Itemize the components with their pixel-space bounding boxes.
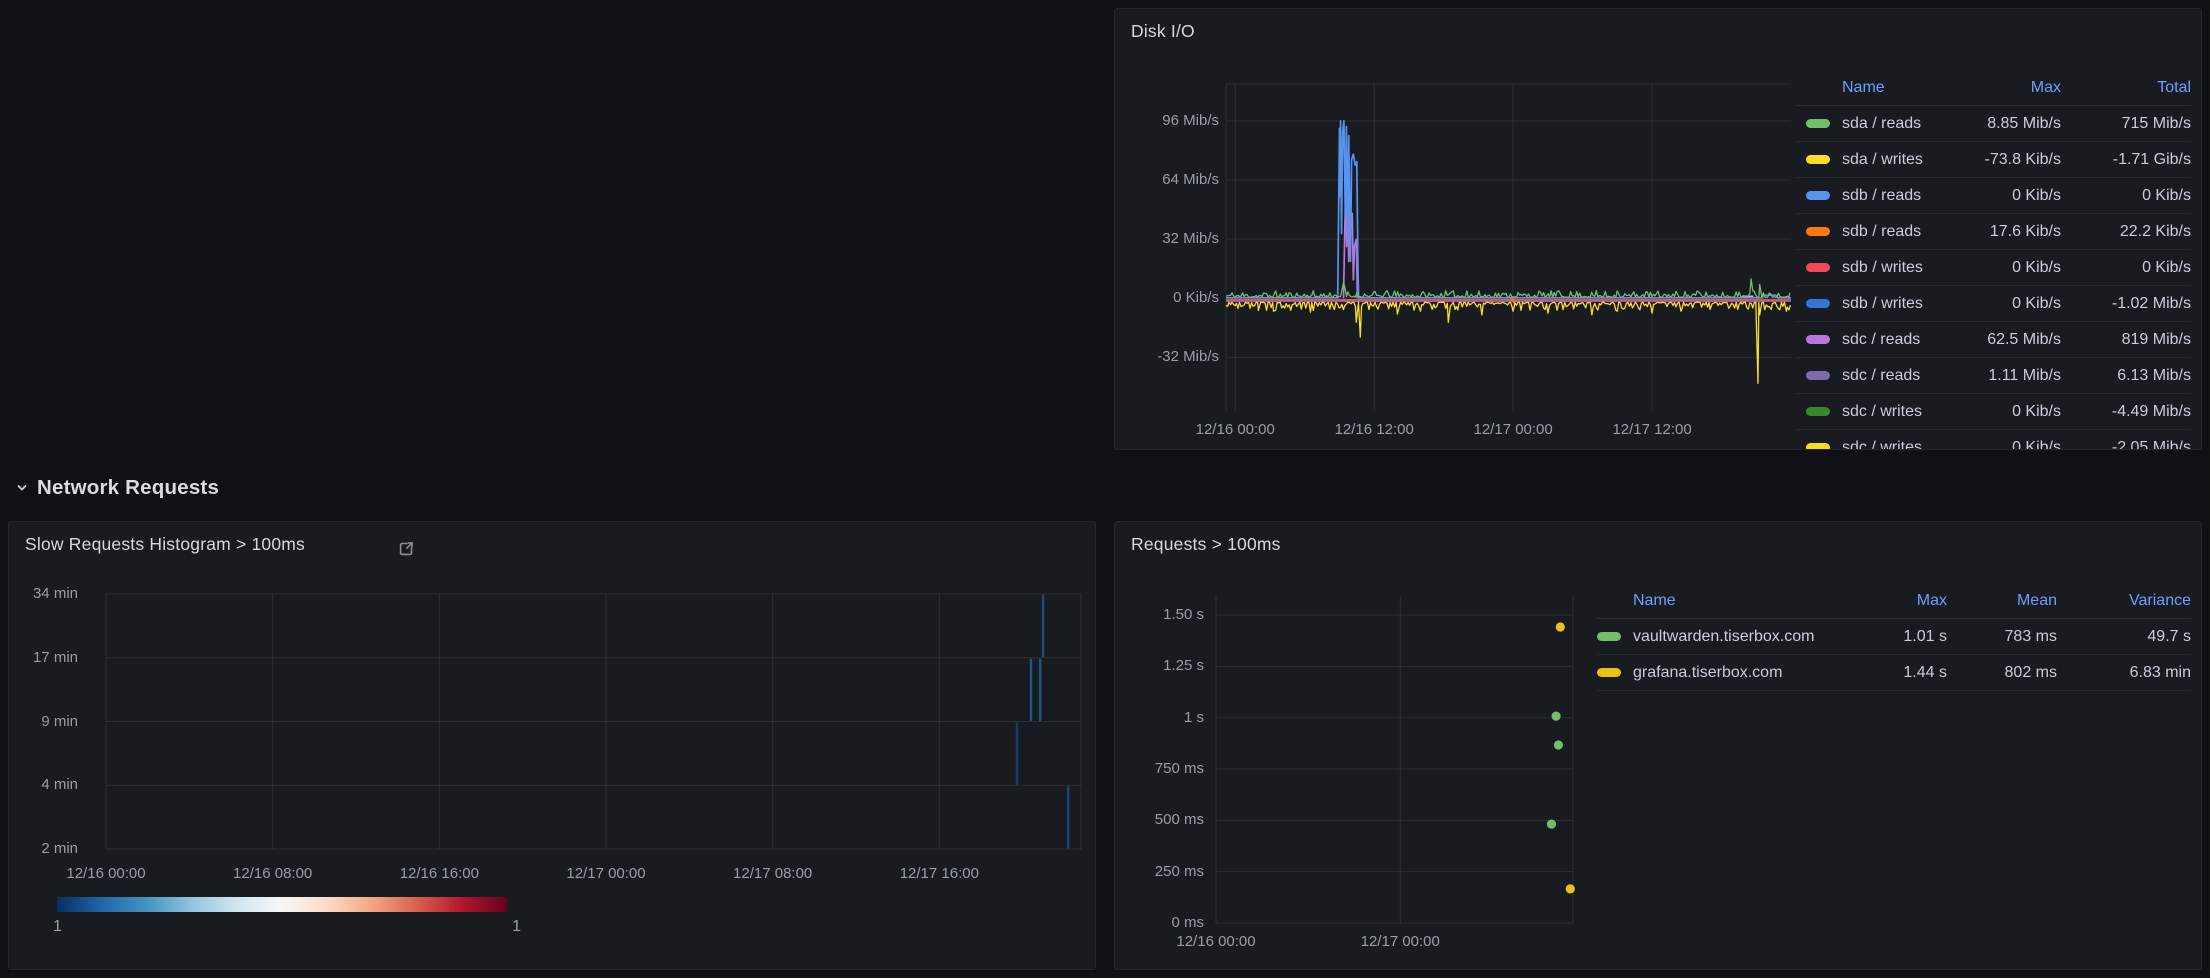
legend-value-cell: 802 ms [1947,664,2057,682]
legend-header-variance[interactable]: Variance [2057,592,2191,610]
legend-row-sda-writes[interactable]: sda / writes -73.8 Kib/s-1.71 Gib/s [1796,142,2191,178]
legend-value-cell: 0 Kib/s [1931,295,2061,313]
series-color-swatch[interactable] [1806,155,1830,164]
disk-io-legend-table: NameMaxTotal sda / reads 8.85 Mib/s715 Mib… [1796,71,2191,450]
legend-value-cell: 783 ms [1947,628,2057,646]
legend-value-cell: 0 Kib/s [1931,259,2061,277]
legend-row-sdb-writes[interactable]: sdb / writes 0 Kib/s-1.02 Mib/s [1796,286,2191,322]
legend-header-total[interactable]: Total [2061,79,2191,97]
legend-value-cell: -73.8 Kib/s [1931,151,2061,169]
series-color-swatch[interactable] [1597,668,1621,677]
series-line-sdb-reads [1226,121,1791,298]
gridlines [1216,596,1573,923]
legend-value-cell: 6.13 Mib/s [2061,367,2191,385]
series-color-swatch[interactable] [1597,632,1621,641]
series-line-sda-reads [1226,279,1790,297]
legend-row-vaultwarden-tiserbox-com[interactable]: vaultwarden.tiserbox.com 1.01 s783 ms49.7… [1597,619,2191,655]
legend-value-cell: 1.44 s [1857,664,1947,682]
legend-row-sdc-writes[interactable]: sdc / writes 0 Kib/s-4.49 Mib/s [1796,394,2191,430]
legend-value-cell: 0 Kib/s [1931,403,2061,421]
legend-value-cell: 8.85 Mib/s [1931,115,2061,133]
series-color-swatch[interactable] [1806,407,1830,416]
legend-series-name[interactable]: sdb / reads [1842,223,1921,241]
dashboard-row-network-requests[interactable]: Network Requests [14,476,219,500]
legend-header-row: NameMaxTotal [1796,71,2191,106]
series-color-swatch[interactable] [1806,299,1830,308]
legend-value-cell: -4.49 Mib/s [2061,403,2191,421]
heatmap-color-scale [57,897,507,912]
legend-header-max[interactable]: Max [1857,592,1947,610]
legend-value-cell: 0 Kib/s [2061,187,2191,205]
legend-value-cell: 715 Mib/s [2061,115,2191,133]
legend-value-cell: 1.11 Mib/s [1931,367,2061,385]
legend-value-cell: 819 Mib/s [2061,331,2191,349]
row-header-label: Network Requests [37,476,219,500]
legend-series-name[interactable]: sda / reads [1842,115,1921,133]
scatter-point-grafana-tiserbox-com[interactable] [1556,622,1565,631]
series-color-swatch[interactable] [1806,191,1830,200]
legend-row-grafana-tiserbox-com[interactable]: grafana.tiserbox.com 1.44 s802 ms6.83 min [1597,655,2191,691]
legend-row-sdc-writes[interactable]: sdc / writes 0 Kib/s-2.05 Mib/s [1796,430,2191,450]
legend-series-name[interactable]: sda / writes [1842,151,1923,169]
scatter-point-vaultwarden-tiserbox-com[interactable] [1554,740,1563,749]
heatmap-cell[interactable] [1039,659,1041,721]
color-scale-min-label: 1 [53,918,93,936]
requests-legend-table: NameMaxMeanVariancevaultwarden.tiserbox.… [1597,584,2191,691]
heatmap-cell[interactable] [1030,659,1032,721]
scatter-point-grafana-tiserbox-com[interactable] [1566,884,1575,893]
gridlines [106,594,1081,849]
legend-value-cell: 0 Kib/s [1931,439,2061,451]
series-color-swatch[interactable] [1806,227,1830,236]
legend-value-cell: -1.71 Gib/s [2061,151,2191,169]
legend-row-sdb-reads[interactable]: sdb / reads 17.6 Kib/s22.2 Kib/s [1796,214,2191,250]
series-line-sda-writes [1226,302,1790,383]
series-color-swatch[interactable] [1806,335,1830,344]
legend-series-name[interactable]: sdb / writes [1842,295,1923,313]
legend-value-cell: 62.5 Mib/s [1931,331,2061,349]
legend-series-name[interactable]: grafana.tiserbox.com [1633,664,1782,682]
legend-header-row: NameMaxMeanVariance [1597,584,2191,619]
series-color-swatch[interactable] [1806,371,1830,380]
legend-header-max[interactable]: Max [1931,79,2061,97]
legend-value-cell: 0 Kib/s [2061,259,2191,277]
legend-header-mean[interactable]: Mean [1947,592,2057,610]
legend-row-sda-reads[interactable]: sda / reads 8.85 Mib/s715 Mib/s [1796,106,2191,142]
panel-slow-requests-histogram: Slow Requests Histogram > 100ms 1 1 12/1… [8,521,1096,970]
scatter-point-vaultwarden-tiserbox-com[interactable] [1547,820,1556,829]
legend-row-sdc-reads[interactable]: sdc / reads 62.5 Mib/s819 Mib/s [1796,322,2191,358]
color-scale-max-label: 1 [481,918,521,936]
legend-value-cell: -1.02 Mib/s [2061,295,2191,313]
legend-row-sdc-reads[interactable]: sdc / reads 1.11 Mib/s6.13 Mib/s [1796,358,2191,394]
legend-value-cell: -2.05 Mib/s [2061,439,2191,451]
panel-requests-over-100ms: Requests > 100ms NameMaxMeanVariancevaul… [1114,521,2202,970]
series-color-swatch[interactable] [1806,263,1830,272]
legend-header-name[interactable]: Name [1796,79,1931,97]
legend-value-cell: 1.01 s [1857,628,1947,646]
legend-series-name[interactable]: sdb / writes [1842,259,1923,277]
legend-series-name[interactable]: sdb / reads [1842,187,1921,205]
legend-value-cell: 17.6 Kib/s [1931,223,2061,241]
gridlines [1226,84,1791,411]
heatmap-cell[interactable] [1042,595,1044,657]
legend-value-cell: 6.83 min [2057,664,2191,682]
scatter-point-vaultwarden-tiserbox-com[interactable] [1552,712,1561,721]
legend-series-name[interactable]: vaultwarden.tiserbox.com [1633,628,1814,646]
legend-series-name[interactable]: sdc / reads [1842,367,1920,385]
legend-value-cell: 22.2 Kib/s [2061,223,2191,241]
legend-value-cell: 0 Kib/s [1931,187,2061,205]
legend-series-name[interactable]: sdc / writes [1842,439,1922,451]
legend-series-name[interactable]: sdc / writes [1842,403,1922,421]
series-color-swatch[interactable] [1806,119,1830,128]
chevron-down-icon [14,480,30,496]
series-color-swatch[interactable] [1806,443,1830,450]
legend-series-name[interactable]: sdc / reads [1842,331,1920,349]
legend-row-sdb-writes[interactable]: sdb / writes 0 Kib/s0 Kib/s [1796,250,2191,286]
legend-row-sdb-reads[interactable]: sdb / reads 0 Kib/s0 Kib/s [1796,178,2191,214]
heatmap-cell[interactable] [1016,723,1018,785]
legend-header-name[interactable]: Name [1597,592,1857,610]
panel-disk-io: Disk I/O NameMaxTotalsda / reads8.85 Mib… [1114,8,2202,450]
legend-value-cell: 49.7 s [2057,628,2191,646]
heatmap-cell[interactable] [1067,786,1069,848]
